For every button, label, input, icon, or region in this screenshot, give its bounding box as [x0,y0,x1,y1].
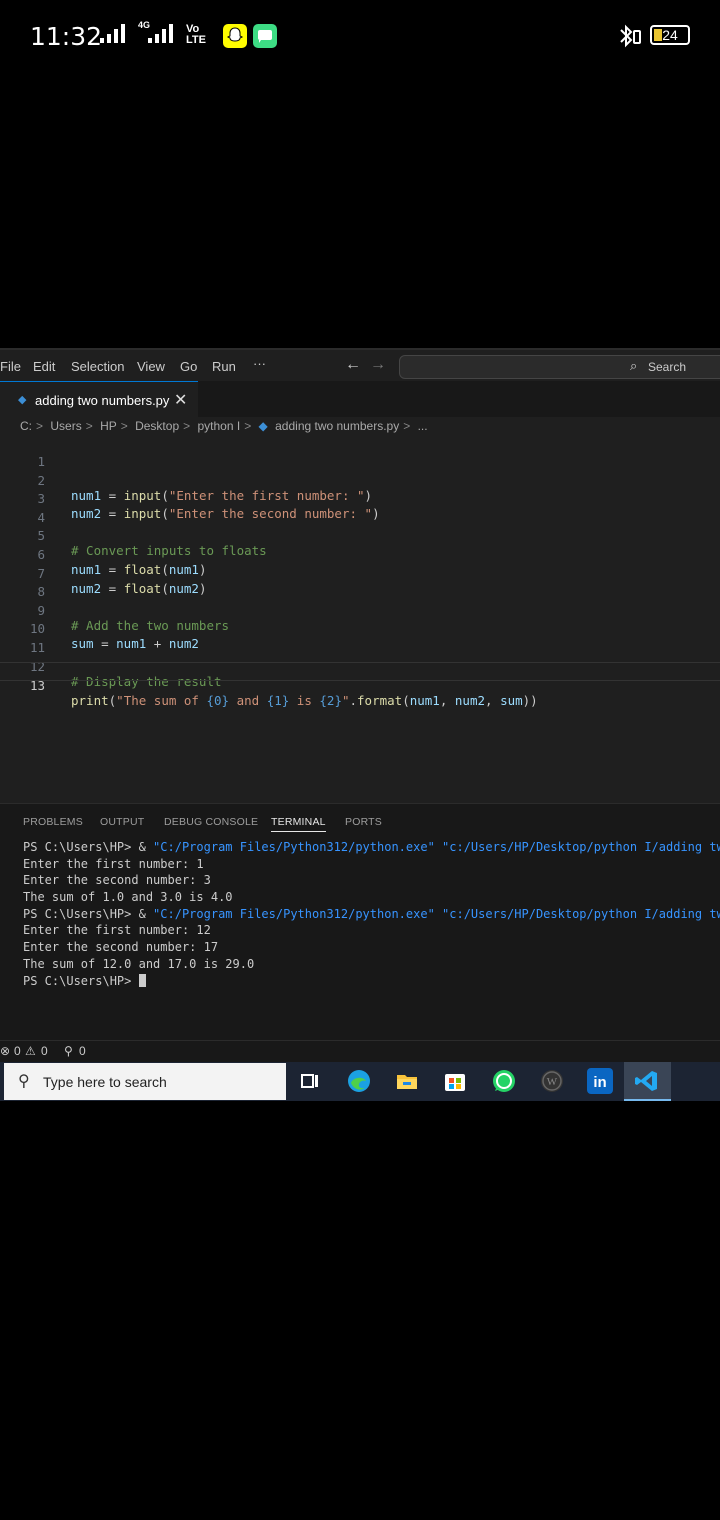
vscode-window: File Edit Selection View Go Run ··· ← → … [0,348,720,1101]
menu-run[interactable]: Run [212,359,236,374]
title-bar: File Edit Selection View Go Run ··· ← → … [0,348,720,381]
warning-icon[interactable]: ⚠ [25,1044,36,1058]
menu-go[interactable]: Go [180,359,197,374]
code-line: 2 num1 = input("Enter the first number: … [0,458,720,503]
volte-icon: Vo LTE [186,23,206,46]
tab-filename: adding two numbers.py [35,393,170,408]
code-line: 1 [0,439,720,469]
terminal-line: PS C:\Users\HP> & "C:/Program Files/Pyth… [23,906,720,921]
python-file-icon: ◆ [18,394,27,406]
phone-status-bar: 11:32 4G Vo LTE 24 [0,0,720,72]
status-time: 11:32 [30,22,103,51]
terminal-line: PS C:\Users\HP> & "C:/Program Files/Pyth… [23,840,720,854]
taskbar-search[interactable]: ⚲ Type here to search [4,1063,286,1100]
menu-view[interactable]: View [137,359,165,374]
terminal-cursor [138,973,146,987]
tab-adding-two-numbers[interactable]: ◆ adding two numbers.py ✕ [0,381,198,417]
code-line: 6 num1 = float(num1) [0,532,720,577]
line-number: 13 [29,678,45,694]
python-file-icon: ◆ [258,419,268,433]
file-explorer-icon[interactable] [394,1068,420,1094]
search-icon: ⚲ [18,1073,30,1090]
terminal-output[interactable]: PS C:\Users\HP> & "C:/Program Files/Pyth… [23,840,720,990]
command-center[interactable]: ⌕ Search [399,355,720,379]
code-line: 12 # Display the result [0,644,720,689]
breadcrumb-item[interactable]: ... [418,419,428,433]
errors-icon[interactable]: ⊗ [0,1044,10,1058]
code-line: 11 [0,625,720,655]
close-icon[interactable]: ✕ [174,390,187,410]
battery-icon: 24 [650,25,690,45]
breadcrumb-item[interactable]: Desktop [135,419,179,433]
error-count[interactable]: 0 [14,1044,21,1058]
code-text: print("The sum of {0} and {1} is {2}".fo… [71,693,538,709]
ports-icon[interactable]: ⚲ [64,1044,73,1058]
task-view-icon[interactable] [297,1068,323,1094]
terminal-line: The sum of 12.0 and 17.0 is 29.0 [23,956,255,971]
tab-debug-console[interactable]: DEBUG CONSOLE [164,816,258,828]
code-line: 4 [0,495,720,525]
code-line: 3 num2 = input("Enter the second number:… [0,476,720,521]
back-arrow-icon[interactable]: ← [345,356,361,374]
code-line: 7 num2 = float(num2) [0,551,720,596]
breadcrumb: C: > Users > HP > Desktop > python I > ◆ addi… [20,419,428,433]
command-center-label: Search [648,360,687,374]
terminal-line: Enter the second number: 17 [23,940,219,955]
battery-level: 24 [662,27,678,43]
warning-count[interactable]: 0 [41,1044,48,1058]
code-line: 10 sum = num1 + num2 [0,606,720,651]
tab-terminal[interactable]: TERMINAL [271,816,326,832]
breadcrumb-item[interactable]: HP [100,419,117,433]
store-icon[interactable] [442,1068,468,1094]
terminal-line: Enter the first number: 1 [23,856,204,871]
ports-count[interactable]: 0 [79,1044,86,1058]
terminal-line: PS C:\Users\HP> [23,973,720,991]
editor-tab-bar: ◆ adding two numbers.py ✕ [0,381,720,417]
tab-ports[interactable]: PORTS [345,816,382,828]
code-editor[interactable]: 1 2 num1 = input("Enter the first number… [0,439,720,799]
tab-output[interactable]: OUTPUT [100,816,144,828]
svg-text:in: in [593,1074,606,1091]
linkedin-icon[interactable]: in [587,1068,613,1094]
menu-edit[interactable]: Edit [33,359,55,374]
signal-icon [100,22,132,49]
code-line-active: 13 print("The sum of {0} and {1} is {2}"… [0,662,720,708]
svg-text:W: W [547,1076,558,1088]
breadcrumb-item[interactable]: python I [197,419,240,433]
bottom-panel: PROBLEMS OUTPUT DEBUG CONSOLE TERMINAL P… [0,803,720,1040]
forward-arrow-icon[interactable]: → [370,356,386,374]
breadcrumb-item[interactable]: adding two numbers.py [275,419,399,433]
messages-icon [253,24,277,48]
taskbar-search-placeholder: Type here to search [43,1074,167,1090]
vscode-icon [634,1068,660,1094]
edge-icon[interactable] [346,1068,372,1094]
vscode-status-bar: ⊗ 0 ⚠ 0 ⚲ 0 [0,1040,720,1062]
code-line: 9 # Add the two numbers [0,588,720,633]
menu-selection[interactable]: Selection [71,359,124,374]
breadcrumb-item[interactable]: Users [50,419,81,433]
signal-4g-icon [148,22,180,49]
tab-problems[interactable]: PROBLEMS [23,816,83,828]
vscode-taskbar-button[interactable] [624,1062,671,1101]
code-line: 5 # Convert inputs to floats [0,513,720,558]
menu-more[interactable]: ··· [253,356,266,371]
whatsapp-icon[interactable] [491,1068,517,1094]
breadcrumb-item[interactable]: C: [20,419,32,433]
bluetooth-icon [618,24,644,53]
wordpress-icon[interactable]: W [539,1068,565,1094]
terminal-line: Enter the second number: 3 [23,873,211,888]
search-icon: ⌕ [630,358,638,373]
snapchat-icon [223,24,247,48]
windows-taskbar: ⚲ Type here to search W in [0,1062,720,1101]
menu-file[interactable]: File [0,359,21,374]
terminal-line: The sum of 1.0 and 3.0 is 4.0 [23,890,233,905]
terminal-line: Enter the first number: 12 [23,923,211,938]
code-line: 8 [0,569,720,599]
